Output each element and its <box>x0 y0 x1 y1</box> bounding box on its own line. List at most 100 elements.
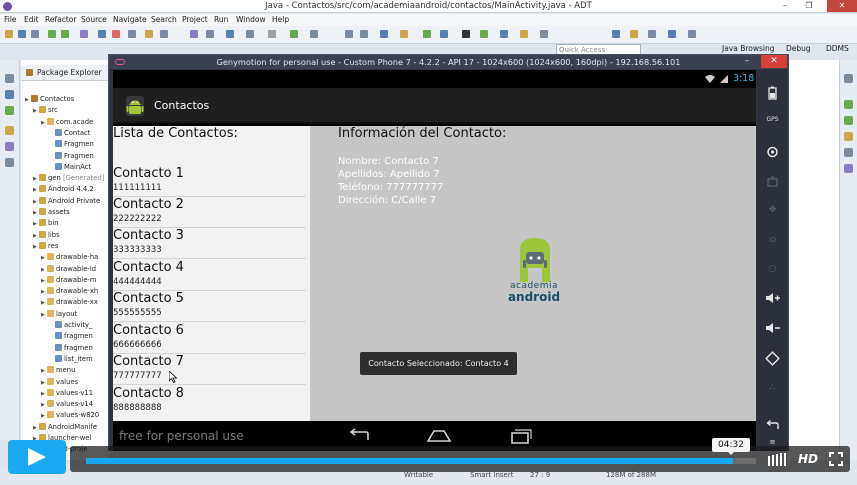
contact-item-8[interactable]: Contacto 8 888888888 <box>113 386 306 417</box>
device-right-icon[interactable] <box>844 116 853 125</box>
android-sdk-icon[interactable] <box>48 30 56 38</box>
menu-run[interactable]: Run <box>214 15 228 24</box>
minimize-icon[interactable]: – <box>774 0 796 12</box>
outline-icon[interactable] <box>268 30 276 38</box>
tree-item[interactable]: fragmen <box>49 331 93 342</box>
contact-item-7[interactable]: Contacto 7 777777777 <box>113 354 306 385</box>
tree-item[interactable]: ▶ res <box>33 241 58 252</box>
java-perspective-icon[interactable] <box>612 30 620 38</box>
synchronize-icon[interactable] <box>688 30 696 38</box>
tasks-view-icon[interactable] <box>5 158 14 167</box>
contact-item-3[interactable]: Contacto 3 333333333 <box>113 228 306 259</box>
perspective-ddms[interactable]: DDMS <box>826 44 849 53</box>
new-java-project-icon[interactable] <box>520 30 528 38</box>
menu-window[interactable]: Window <box>236 15 266 24</box>
android-app-icon[interactable] <box>124 94 146 118</box>
threads-right-icon[interactable] <box>844 164 853 173</box>
stop-icon[interactable] <box>112 30 120 38</box>
back-icon[interactable] <box>345 30 353 38</box>
debug-run-icon[interactable] <box>440 30 448 38</box>
emulator-control-right-icon[interactable] <box>844 148 853 157</box>
tree-item[interactable]: ▶ bin <box>33 218 59 229</box>
tree-item[interactable]: ▶ drawable-ha <box>41 252 98 263</box>
tree-item[interactable]: ▶ assets <box>33 207 70 218</box>
tree-item[interactable]: ▶ Android Private <box>33 196 100 207</box>
print-icon[interactable] <box>31 30 39 38</box>
perspective-java-browsing[interactable]: Java Browsing <box>722 44 775 53</box>
menu-edit[interactable]: Edit <box>24 15 39 24</box>
tree-item[interactable]: ▶ src <box>33 105 58 116</box>
save-icon[interactable] <box>18 30 26 38</box>
contact-item-2[interactable]: Contacto 2 222222222 <box>113 197 306 228</box>
profile-icon[interactable] <box>500 30 508 38</box>
tree-item[interactable]: Fragmen <box>49 139 94 150</box>
android-view-icon[interactable] <box>5 106 14 115</box>
menu-search[interactable]: Search <box>151 15 177 24</box>
java-icon[interactable] <box>668 30 676 38</box>
forward-icon[interactable] <box>360 30 368 38</box>
tree-item[interactable]: Contact <box>49 128 90 139</box>
remote-control-icon[interactable] <box>767 176 778 187</box>
sms-icon[interactable]: ○ <box>757 264 788 274</box>
next-annotation-icon[interactable] <box>380 30 388 38</box>
menu-help[interactable]: Help <box>272 15 289 24</box>
tree-item[interactable]: ▶ Contactos <box>25 94 74 105</box>
restore-icon[interactable]: ❐ <box>798 0 820 12</box>
toggle-mark-icon[interactable] <box>226 30 234 38</box>
tree-item[interactable]: activity_ <box>49 320 92 331</box>
ext-tools-icon[interactable] <box>310 30 318 38</box>
device-id-button[interactable]: ID <box>757 236 788 244</box>
run-config-icon[interactable] <box>290 30 298 38</box>
scale-icon[interactable]: ∴ <box>757 383 788 393</box>
restore-view-icon[interactable] <box>5 74 14 83</box>
contact-item-4[interactable]: Contacto 4 444444444 <box>113 260 306 291</box>
gps-button[interactable]: GPS <box>757 116 788 123</box>
open-type-icon[interactable] <box>145 30 153 38</box>
play-icon[interactable] <box>462 30 470 38</box>
fullscreen-icon[interactable] <box>829 452 843 466</box>
tree-item[interactable]: ▶ drawable-m <box>41 275 96 286</box>
menu-source[interactable]: Source <box>81 15 107 24</box>
menu-navigate[interactable]: Navigate <box>113 15 147 24</box>
contact-item-5[interactable]: Contacto 5 555555555 <box>113 291 306 322</box>
tree-item[interactable]: ▶ layout <box>41 309 77 320</box>
tree-item[interactable]: ▶ Android 4.4.2 <box>33 184 94 195</box>
team-icon[interactable] <box>648 30 656 38</box>
lint-icon[interactable] <box>80 30 88 38</box>
open-perspective-icon[interactable] <box>540 30 548 38</box>
menu-refactor[interactable]: Refactor <box>45 15 76 24</box>
tree-item[interactable]: ▶ drawable-xh <box>41 286 98 297</box>
search-icon[interactable] <box>160 30 168 38</box>
tree-item[interactable]: ▶ com.acade <box>41 117 93 128</box>
run-icon[interactable] <box>423 30 431 38</box>
hierarchy-icon[interactable] <box>630 30 638 38</box>
tree-item[interactable]: ▶ menu <box>41 365 75 376</box>
restore-right-icon[interactable] <box>844 74 853 83</box>
hierarchy-view-icon[interactable] <box>5 90 14 99</box>
battery-icon[interactable] <box>767 86 778 100</box>
task-icon[interactable] <box>400 30 408 38</box>
annotation-icon[interactable] <box>190 30 198 38</box>
prev-edit-icon[interactable] <box>206 30 214 38</box>
format-icon[interactable] <box>246 30 254 38</box>
new-icon[interactable] <box>5 30 13 38</box>
volume-icon[interactable] <box>768 453 790 466</box>
tree-item[interactable]: ▶ libs <box>33 230 60 241</box>
tree-item[interactable]: ▶ gen [Generated] <box>33 173 104 184</box>
geny-back-icon[interactable] <box>765 420 780 430</box>
coverage-icon[interactable] <box>480 30 488 38</box>
dpad-icon[interactable]: ✥ <box>757 205 788 215</box>
play-button[interactable] <box>8 440 66 474</box>
perspective-debug[interactable]: Debug <box>786 44 811 53</box>
tree-item[interactable]: fragmen <box>49 343 93 354</box>
genymotion-minimize-icon[interactable]: – <box>737 55 757 68</box>
volume-up-icon[interactable] <box>765 292 781 304</box>
tree-item[interactable]: ▶ values-v11 <box>41 388 93 399</box>
tree-item[interactable]: ▶ values-w820 <box>41 410 99 421</box>
file-explorer-right-icon[interactable] <box>844 132 853 141</box>
menu-project[interactable]: Project <box>182 15 208 24</box>
tree-item[interactable]: ▶ values-v14 <box>41 399 93 410</box>
rotate-icon[interactable] <box>765 351 780 366</box>
contact-item-1[interactable]: Contacto 1 111111111 <box>113 166 306 197</box>
tree-item[interactable]: ▶ drawable-ld <box>41 264 96 275</box>
